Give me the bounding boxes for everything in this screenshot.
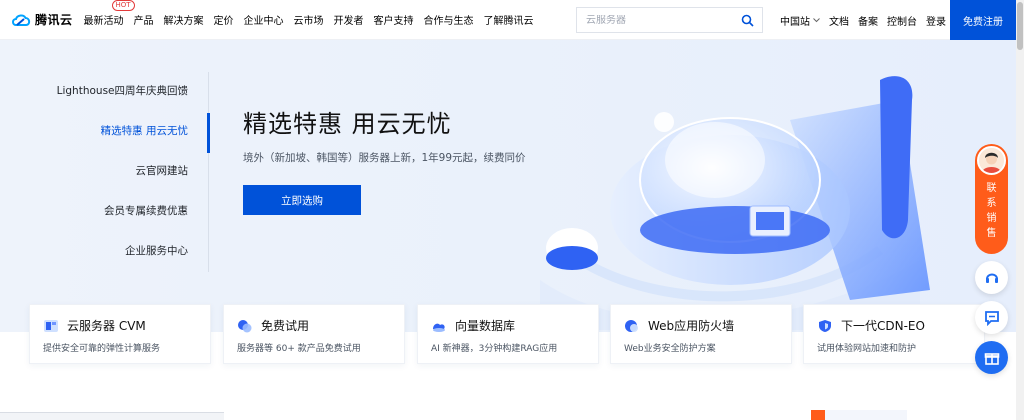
buy-now-button[interactable]: 立即选购 [243, 185, 361, 215]
sales-avatar [977, 146, 1006, 175]
nav-item-label: 最新活动 [83, 16, 124, 27]
page-scrollbar[interactable] [1016, 0, 1024, 420]
promo-corner-strip [825, 410, 907, 420]
hero-tab-lighthouse[interactable]: Lighthouse四周年庆典回馈 [0, 70, 210, 110]
promo-corner-block [811, 410, 825, 420]
vector-database-icon [433, 323, 445, 332]
product-card-free-trial[interactable]: 免费试用 服务器等 60+ 款产品免费试用 [223, 304, 405, 364]
firewall-icon [625, 319, 638, 332]
product-card-waf[interactable]: Web应用防火墙 Web业务安全防护方案 [610, 304, 792, 364]
logo[interactable]: 腾讯云 [11, 11, 73, 28]
region-label: 中国站 [780, 16, 810, 28]
gift-icon [984, 352, 999, 365]
card-title: Web应用防火墙 [648, 319, 735, 333]
register-button[interactable]: 免费注册 [950, 0, 1016, 40]
tencent-cloud-logo-icon [12, 14, 31, 26]
nav-item-solutions[interactable]: 解决方案 [164, 12, 204, 27]
free-trial-icon [238, 319, 252, 332]
search-icon[interactable] [741, 14, 754, 27]
nav-item-latest-activity[interactable]: 最新活动 HOT [83, 0, 135, 27]
nav-item-developers[interactable]: 开发者 [334, 12, 364, 27]
card-head: Web应用防火墙 [624, 317, 779, 334]
card-description: 试用体验网站加速和防护 [817, 344, 917, 354]
contact-sales-button[interactable]: 联系销售 [975, 144, 1008, 254]
card-description: AI 新神器，3分钟构建RAG应用 [431, 344, 558, 354]
contact-sales-label: 联系销售 [986, 183, 997, 239]
browser-status-bar [0, 412, 224, 420]
nav-item-about[interactable]: 了解腾讯云 [484, 12, 534, 27]
promo-corner-partial [811, 410, 907, 420]
nav-item-marketplace[interactable]: 云市场 [294, 12, 324, 27]
active-tab-indicator [207, 113, 210, 153]
agent-avatar-icon [979, 148, 1004, 173]
login-link[interactable]: 登录 [926, 13, 946, 28]
card-description: 提供安全可靠的弹性计算服务 [43, 344, 161, 354]
search-input[interactable] [577, 14, 737, 26]
card-description: Web业务安全防护方案 [624, 344, 716, 354]
main-nav: 最新活动 HOT 产品 解决方案 定价 企业中心 云市场 开发者 客户支持 合作… [83, 0, 544, 27]
chevron-down-icon [813, 17, 820, 22]
hero-side-tabs: Lighthouse四周年庆典回馈 精选特惠 用云无忧 云官网建站 会员专属续费… [0, 70, 210, 270]
nav-item-products[interactable]: 产品 [134, 12, 154, 27]
card-head: 下一代CDN-EO [817, 317, 972, 334]
hero-tab-enterprise-service[interactable]: 企业服务中心 [0, 230, 210, 270]
docs-link[interactable]: 文档 [829, 13, 849, 28]
nav-item-support[interactable]: 客户支持 [374, 12, 414, 27]
product-card-cdn-eo[interactable]: 下一代CDN-EO 试用体验网站加速和防护 [803, 304, 985, 364]
headset-icon [985, 273, 998, 283]
console-link[interactable]: 控制台 [887, 13, 917, 28]
card-head: 云服务器 CVM [43, 317, 198, 334]
product-card-vector-db[interactable]: 向量数据库 AI 新神器，3分钟构建RAG应用 [417, 304, 599, 364]
right-nav: 中国站 文档 备案 控制台 登录 [780, 0, 955, 40]
hero-subtitle: 境外（新加坡、韩国等）服务器上新，1年99元起，续费同价 [243, 152, 526, 164]
side-tabs-divider [208, 72, 209, 272]
feedback-button[interactable] [975, 301, 1008, 334]
hero-tab-selected-offers[interactable]: 精选特惠 用云无忧 [0, 110, 210, 150]
card-title: 下一代CDN-EO [841, 319, 925, 333]
customer-service-button[interactable] [975, 261, 1008, 294]
hot-badge: HOT [111, 0, 135, 11]
icp-link[interactable]: 备案 [858, 13, 878, 28]
gift-button[interactable] [975, 341, 1008, 374]
cdn-shield-icon [819, 319, 831, 332]
cvm-server-icon [44, 319, 58, 332]
hero-tab-website-build[interactable]: 云官网建站 [0, 150, 210, 190]
card-title: 云服务器 CVM [67, 319, 146, 333]
hero-banner: Lighthouse四周年庆典回馈 精选特惠 用云无忧 云官网建站 会员专属续费… [0, 40, 1016, 332]
card-head: 免费试用 [237, 317, 392, 334]
card-description: 服务器等 60+ 款产品免费试用 [237, 344, 361, 354]
card-title: 免费试用 [261, 319, 310, 333]
hero-cloud-illustration [540, 76, 930, 330]
nav-item-enterprise[interactable]: 企业中心 [244, 12, 284, 27]
card-head: 向量数据库 [431, 317, 586, 334]
card-title: 向量数据库 [455, 319, 516, 333]
scrollbar-thumb[interactable] [1017, 2, 1023, 50]
search-box [576, 7, 763, 33]
product-card-cvm[interactable]: 云服务器 CVM 提供安全可靠的弹性计算服务 [29, 304, 211, 364]
hero-tab-member-renewal[interactable]: 会员专属续费优惠 [0, 190, 210, 230]
nav-item-partners[interactable]: 合作与生态 [424, 12, 474, 27]
region-selector[interactable]: 中国站 [780, 13, 820, 28]
message-icon [984, 310, 999, 326]
logo-text: 腾讯云 [35, 13, 73, 27]
nav-item-pricing[interactable]: 定价 [214, 12, 234, 27]
hero-title: 精选特惠 用云无忧 [243, 110, 452, 138]
top-header: 腾讯云 最新活动 HOT 产品 解决方案 定价 企业中心 云市场 开发者 客户支… [0, 0, 1016, 40]
